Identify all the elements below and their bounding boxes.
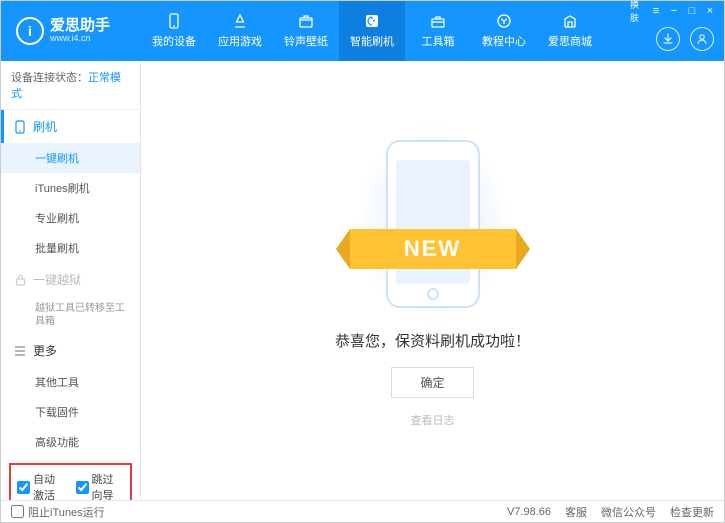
nav-icon-1 <box>230 13 250 29</box>
list-icon <box>13 346 27 356</box>
nav-0[interactable]: 我的设备 <box>141 1 207 61</box>
section-more[interactable]: 更多 <box>1 334 140 367</box>
user-icon[interactable] <box>690 27 714 51</box>
close-button[interactable]: × <box>702 4 718 18</box>
phone-icon <box>13 120 27 134</box>
support-link[interactable]: 客服 <box>565 504 587 520</box>
nav-icon-4 <box>428 13 448 29</box>
nav-1[interactable]: 应用游戏 <box>207 1 273 61</box>
section-jailbreak: 一键越狱 <box>1 263 140 296</box>
success-message: 恭喜您，保资料刷机成功啦！ <box>335 330 530 351</box>
nav-icon-5 <box>494 13 514 29</box>
connection-status: 设备连接状态：正常模式 <box>1 61 140 110</box>
new-ribbon: NEW <box>350 229 516 269</box>
version-label: V7.98.66 <box>507 506 551 518</box>
checkbox-block-itunes[interactable]: 阻止iTunes运行 <box>11 504 105 520</box>
section-flash[interactable]: 刷机 <box>1 110 140 143</box>
menu-button[interactable]: ≡ <box>648 4 664 18</box>
sidebar-item-more-1[interactable]: 下载固件 <box>1 397 140 427</box>
download-icon[interactable] <box>656 27 680 51</box>
nav-2[interactable]: 铃声壁纸 <box>273 1 339 61</box>
nav-5[interactable]: 教程中心 <box>471 1 537 61</box>
sidebar-item-flash-3[interactable]: 批量刷机 <box>1 233 140 263</box>
brand-url: www.i4.cn <box>50 34 110 44</box>
logo-area: i 爱思助手 www.i4.cn <box>1 17 141 45</box>
window-controls: 换肤 ≡ − □ × <box>630 4 718 18</box>
nav-3[interactable]: 智能刷机 <box>339 1 405 61</box>
sidebar: 设备连接状态：正常模式 刷机 一键刷机iTunes刷机专业刷机批量刷机 一键越狱… <box>1 61 141 500</box>
main-content: NEW 恭喜您，保资料刷机成功啦！ 确定 查看日志 <box>141 61 724 500</box>
nav-icon-3 <box>362 13 382 29</box>
theme-button[interactable]: 换肤 <box>630 4 646 18</box>
logo-icon: i <box>16 17 44 45</box>
sidebar-item-flash-2[interactable]: 专业刷机 <box>1 203 140 233</box>
brand-name: 爱思助手 <box>50 18 110 35</box>
checkbox-skip-guide[interactable]: 跳过向导 <box>76 471 125 500</box>
wechat-link[interactable]: 微信公众号 <box>601 504 656 520</box>
sidebar-item-flash-1[interactable]: iTunes刷机 <box>1 173 140 203</box>
footer: 阻止iTunes运行 V7.98.66 客服 微信公众号 检查更新 <box>1 500 724 522</box>
jailbreak-note: 越狱工具已转移至工具箱 <box>1 296 140 334</box>
phone-illustration: NEW <box>368 134 498 314</box>
nav-icon-0 <box>164 13 184 29</box>
nav-icon-2 <box>296 13 316 29</box>
maximize-button[interactable]: □ <box>684 4 700 18</box>
minimize-button[interactable]: − <box>666 4 682 18</box>
header: i 爱思助手 www.i4.cn 我的设备应用游戏铃声壁纸智能刷机工具箱教程中心… <box>1 1 724 61</box>
ok-button[interactable]: 确定 <box>391 367 473 398</box>
checkbox-highlight-box: 自动激活 跳过向导 <box>9 463 132 500</box>
sidebar-item-more-0[interactable]: 其他工具 <box>1 367 140 397</box>
view-log-link[interactable]: 查看日志 <box>411 412 455 428</box>
lock-icon <box>13 274 27 286</box>
update-link[interactable]: 检查更新 <box>670 504 714 520</box>
nav-6[interactable]: 爱思商城 <box>537 1 603 61</box>
nav-4[interactable]: 工具箱 <box>405 1 471 61</box>
checkbox-auto-activate[interactable]: 自动激活 <box>17 471 66 500</box>
nav-icon-6 <box>560 13 580 29</box>
sidebar-item-flash-0[interactable]: 一键刷机 <box>1 143 140 173</box>
sidebar-item-more-2[interactable]: 高级功能 <box>1 427 140 457</box>
